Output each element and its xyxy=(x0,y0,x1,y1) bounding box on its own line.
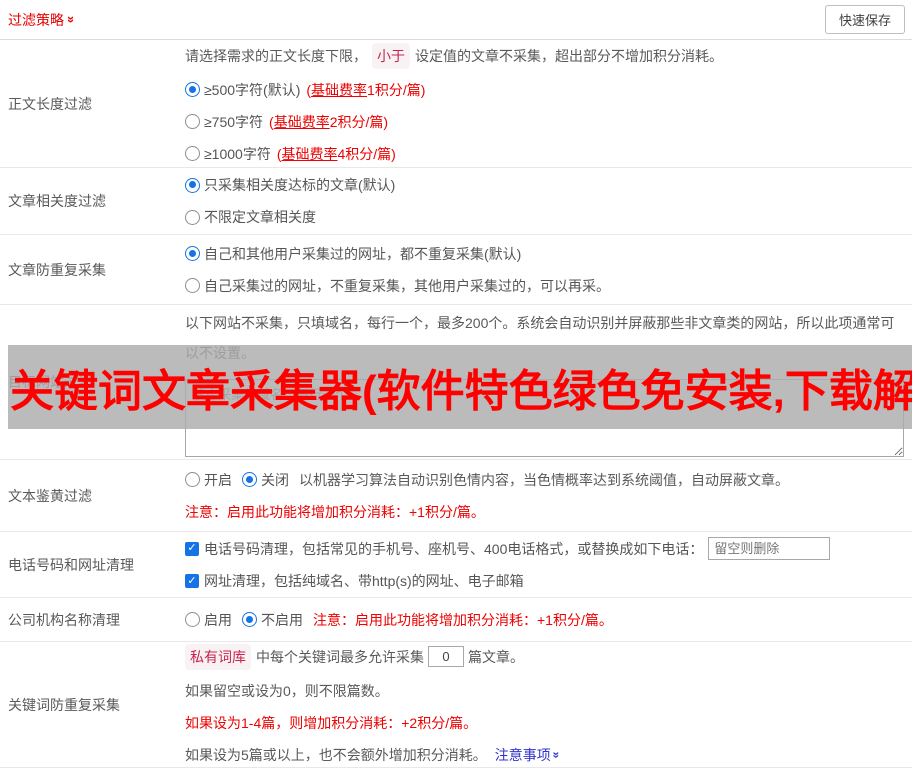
option-label[interactable]: 自己采集过的网址，不重复采集，其他用户采集过的，可以再采。 xyxy=(204,275,610,297)
fee-note: (基础费率2积分/篇) xyxy=(269,113,389,130)
row-label: 文章相关度过滤 xyxy=(8,193,106,209)
row-label: 电话号码和网址清理 xyxy=(8,556,134,573)
row-company-clean: 公司机构名称清理 启用 不启用 注意：启用此功能将增加积分消耗：+1积分/篇。 xyxy=(0,598,912,642)
keyword-dedup-line3: 如果设为1-4篇，则增加积分消耗：+2积分/篇。 xyxy=(185,714,478,731)
option-label[interactable]: 电话号码清理，包括常见的手机号、座机号、400电话格式，或替换成如下电话： xyxy=(204,538,703,560)
intro-text: 请选择需求的正文长度下限， xyxy=(185,47,367,64)
top-bar: 过滤策略 快速保存 xyxy=(0,0,912,40)
keyword-dedup-line1: 私有词库 中每个关键词最多允许采集 篇文章。 xyxy=(185,643,905,670)
radio-company-disable[interactable] xyxy=(242,612,257,627)
radio-relevance-any[interactable] xyxy=(185,209,200,225)
radio-dedup-self[interactable] xyxy=(185,278,200,293)
fee-note: (基础费率1积分/篇) xyxy=(306,81,426,98)
watermark-overlay: 关键词文章采集器(软件特色绿色免安装,下载解 xyxy=(8,345,912,429)
row-relevance-filter: 文章相关度过滤 只采集相关度达标的文章(默认) 不限定文章相关度 xyxy=(0,168,912,235)
checkbox-phone-clean[interactable] xyxy=(185,541,199,556)
page-title: 过滤策略 xyxy=(8,11,64,28)
porn-filter-desc: 以机器学习算法自动识别色情内容，当色情概率达到系统阈值，自动屏蔽文章。 xyxy=(299,471,789,488)
row-label: 关键词防重复采集 xyxy=(8,696,120,713)
row-content-length-filter: 正文长度过滤 请选择需求的正文长度下限， 小于 设定值的文章不采集，超出部分不增… xyxy=(0,40,912,168)
row-label: 公司机构名称清理 xyxy=(8,611,120,628)
option-label[interactable]: ≥500字符(默认) xyxy=(204,79,300,101)
chevron-double-down-icon xyxy=(550,751,562,758)
row-label: 文本鉴黄过滤 xyxy=(8,487,92,504)
notes-link-label: 注意事项 xyxy=(494,746,551,763)
line-text: 篇文章。 xyxy=(468,648,524,665)
option-dedup-all: 自己和其他用户采集过的网址，都不重复采集(默认) xyxy=(185,243,905,265)
radio-length-750[interactable] xyxy=(185,114,200,129)
option-label[interactable]: 不限定文章相关度 xyxy=(204,206,316,228)
content-length-intro: 请选择需求的正文长度下限， 小于 设定值的文章不采集，超出部分不增加积分消耗。 xyxy=(185,42,905,69)
line-text: 如果设为5篇或以上，也不会额外增加积分消耗。 xyxy=(185,746,487,763)
option-dedup-self: 自己采集过的网址，不重复采集，其他用户采集过的，可以再采。 xyxy=(185,275,905,297)
filter-strategy-dropdown[interactable]: 过滤策略 xyxy=(8,10,75,30)
option-label[interactable]: 关闭 xyxy=(261,469,289,491)
intro-text: 设定值的文章不采集，超出部分不增加积分消耗。 xyxy=(415,47,723,64)
option-length-500: ≥500字符(默认) (基础费率1积分/篇) xyxy=(185,79,905,101)
row-label: 正文长度过滤 xyxy=(8,95,92,112)
option-label[interactable]: 网址清理，包括纯域名、带http(s)的网址、电子邮箱 xyxy=(204,570,524,592)
company-clean-note: 注意：启用此功能将增加积分消耗：+1积分/篇。 xyxy=(313,611,613,628)
option-length-1000: ≥1000字符 (基础费率4积分/篇) xyxy=(185,143,905,165)
radio-dedup-all[interactable] xyxy=(185,246,200,261)
chevron-double-down-icon xyxy=(65,16,78,23)
line-text: 中每个关键词最多允许采集 xyxy=(256,648,424,665)
row-article-dedup: 文章防重复采集 自己和其他用户采集过的网址，都不重复采集(默认) 自己采集过的网… xyxy=(0,235,912,305)
less-than-badge: 小于 xyxy=(372,42,410,69)
option-label[interactable]: 启用 xyxy=(204,609,232,631)
radio-length-1000[interactable] xyxy=(185,146,200,161)
radio-relevance-strict[interactable] xyxy=(185,177,200,193)
row-keyword-dedup: 关键词防重复采集 私有词库 中每个关键词最多允许采集 篇文章。 如果留空或设为0… xyxy=(0,642,912,768)
option-relevance-strict: 只采集相关度达标的文章(默认) xyxy=(185,174,905,196)
url-clean-line: 网址清理，包括纯域名、带http(s)的网址、电子邮箱 xyxy=(185,570,905,592)
radio-company-enable[interactable] xyxy=(185,612,200,627)
fee-note: (基础费率4积分/篇) xyxy=(276,145,396,162)
option-length-750: ≥750字符 (基础费率2积分/篇) xyxy=(185,111,905,133)
porn-filter-note: 注意：启用此功能将增加积分消耗：+1积分/篇。 xyxy=(185,503,485,520)
option-label[interactable]: 开启 xyxy=(204,469,232,491)
quick-save-button[interactable]: 快速保存 xyxy=(824,5,905,34)
watermark-text: 关键词文章采集器(软件特色绿色免安装,下载解 xyxy=(10,367,912,416)
porn-filter-options: 开启 关闭 以机器学习算法自动识别色情内容，当色情概率达到系统阈值，自动屏蔽文章… xyxy=(185,469,905,491)
notes-link[interactable]: 注意事项 xyxy=(495,744,560,766)
company-clean-options: 启用 不启用 注意：启用此功能将增加积分消耗：+1积分/篇。 xyxy=(185,609,905,631)
radio-length-500[interactable] xyxy=(185,82,200,97)
keyword-dedup-line4: 如果设为5篇或以上，也不会额外增加积分消耗。 注意事项 xyxy=(185,744,905,766)
row-porn-filter: 文本鉴黄过滤 开启 关闭 以机器学习算法自动识别色情内容，当色情概率达到系统阈值… xyxy=(0,460,912,532)
replacement-phone-input[interactable] xyxy=(708,537,831,560)
option-label[interactable]: ≥1000字符 xyxy=(204,143,271,165)
private-thesaurus-badge[interactable]: 私有词库 xyxy=(185,643,251,670)
radio-porn-off[interactable] xyxy=(242,472,257,487)
option-label[interactable]: 自己和其他用户采集过的网址，都不重复采集(默认) xyxy=(204,243,521,265)
keyword-dedup-line2: 如果留空或设为0，则不限篇数。 xyxy=(185,682,389,699)
option-label[interactable]: ≥750字符 xyxy=(204,111,263,133)
row-phone-url-clean: 电话号码和网址清理 电话号码清理，包括常见的手机号、座机号、400电话格式，或替… xyxy=(0,532,912,598)
max-articles-per-keyword-input[interactable] xyxy=(428,646,464,667)
checkbox-url-clean[interactable] xyxy=(185,574,199,588)
phone-clean-line: 电话号码清理，包括常见的手机号、座机号、400电话格式，或替换成如下电话： xyxy=(185,537,905,560)
option-relevance-any: 不限定文章相关度 xyxy=(185,206,905,228)
option-label[interactable]: 只采集相关度达标的文章(默认) xyxy=(204,174,395,196)
option-label[interactable]: 不启用 xyxy=(261,609,303,631)
row-label: 文章防重复采集 xyxy=(8,261,106,278)
radio-porn-on[interactable] xyxy=(185,472,200,487)
